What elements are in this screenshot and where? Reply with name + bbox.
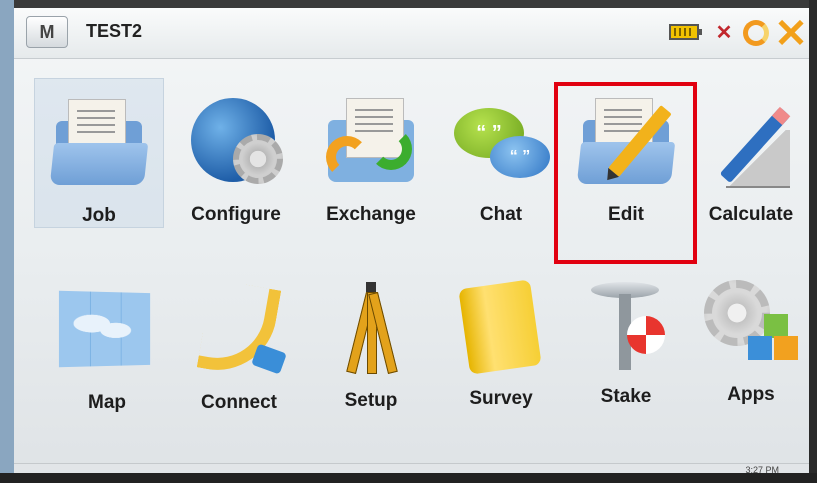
- cable-icon: [184, 278, 294, 380]
- calculate-ruler-pen-icon: [696, 90, 806, 190]
- app-tile-job[interactable]: Job: [34, 78, 164, 228]
- app-label-calculate: Calculate: [708, 204, 794, 225]
- app-label-stake: Stake: [600, 386, 652, 407]
- app-label-job: Job: [82, 205, 116, 226]
- globe-gear-icon: [181, 90, 291, 190]
- app-tile-calculate[interactable]: Calculate: [686, 78, 809, 228]
- app-label-survey: Survey: [469, 388, 533, 409]
- no-mail-icon[interactable]: ✕: [709, 20, 739, 46]
- title-bar: M TEST2 ✕ ✕: [14, 8, 809, 59]
- job-title: TEST2: [86, 21, 143, 41]
- job-folder-icon: [44, 91, 154, 191]
- app-tile-survey[interactable]: Survey: [436, 262, 566, 412]
- app-label-apps: Apps: [727, 384, 775, 405]
- app-tile-chat[interactable]: “ ” “ ” Chat: [436, 78, 566, 228]
- app-label-map: Map: [88, 392, 126, 413]
- device-bezel-right: [809, 0, 817, 483]
- app-label-setup: Setup: [344, 390, 398, 411]
- app-tile-apps[interactable]: Apps: [686, 258, 809, 408]
- app-tile-configure[interactable]: Configure: [171, 78, 301, 228]
- status-area: ✕ ✕: [639, 8, 809, 58]
- app-label-exchange: Exchange: [326, 204, 416, 225]
- close-icon[interactable]: ✕: [773, 14, 809, 54]
- exchange-arrows-icon: [316, 90, 426, 190]
- device-bezel-left: [0, 0, 14, 483]
- device-bezel-bottom: [0, 473, 817, 483]
- stake-icon: [571, 272, 681, 372]
- app-label-configure: Configure: [191, 204, 281, 225]
- app-tile-setup[interactable]: Setup: [306, 264, 436, 414]
- app-label-chat: Chat: [479, 204, 523, 225]
- app-tile-map[interactable]: Map: [42, 266, 172, 416]
- notebook-icon: [446, 274, 556, 375]
- app-tile-stake[interactable]: Stake: [561, 260, 691, 410]
- app-tile-connect[interactable]: Connect: [174, 266, 304, 416]
- sync-icon[interactable]: [743, 20, 769, 46]
- map-icon: [52, 278, 162, 378]
- chat-bubbles-icon: “ ” “ ”: [446, 90, 556, 190]
- battery-icon[interactable]: [669, 24, 702, 40]
- main-menu-button[interactable]: M: [26, 16, 68, 48]
- app-label-connect: Connect: [201, 392, 277, 413]
- apps-gear-icon: [696, 270, 806, 370]
- app-tile-exchange[interactable]: Exchange: [306, 78, 436, 228]
- tripod-icon: [316, 276, 426, 376]
- edit-highlight-box: [554, 82, 697, 264]
- device-screen: M TEST2 ✕ ✕ Job Configure Exchange “ ” “ …: [14, 8, 809, 478]
- device-bezel-top: [0, 0, 817, 8]
